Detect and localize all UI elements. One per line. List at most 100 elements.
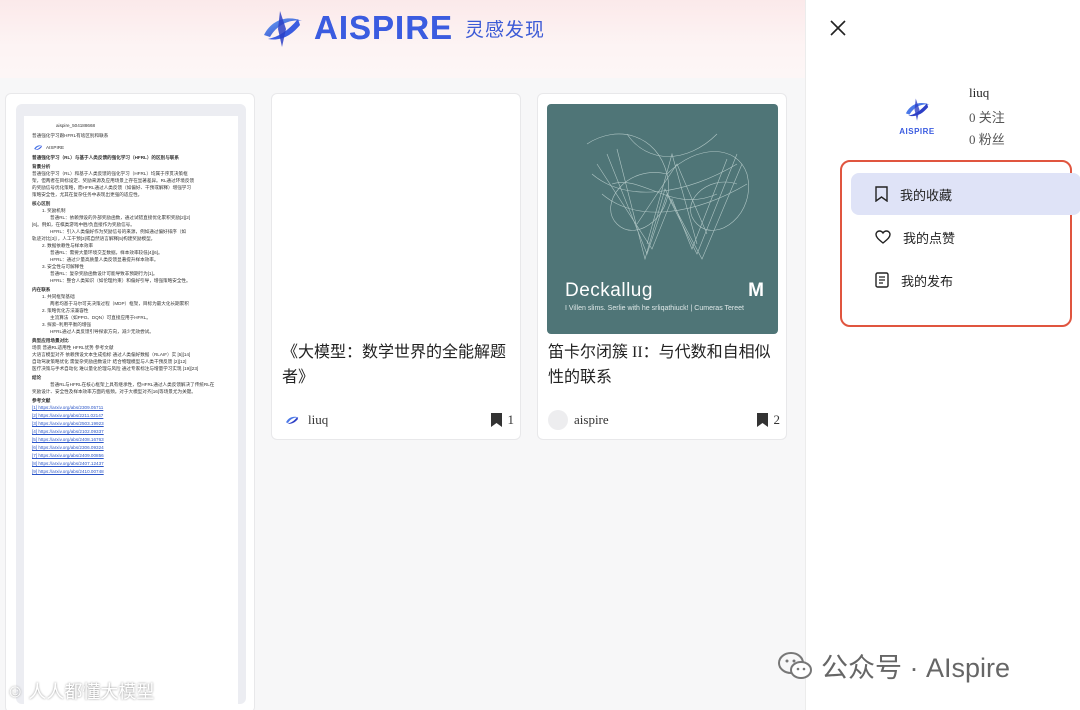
bookmark-icon — [875, 186, 888, 202]
article-card[interactable]: 《大模型：数学世界的全能解题者》 liuq 1 — [271, 93, 521, 440]
watermark-left-text: 人人都懂大模型 — [28, 682, 155, 702]
doc-line: 大语言模型对齐 依赖预设文本生成指标 通过人类偏好数据（RLAIF）实 [5][… — [32, 352, 191, 357]
document-page: aispire_504188668 普通强化学习跟HFRL有啥区别和联系 AIS… — [24, 116, 238, 710]
save-count-value: 1 — [507, 412, 515, 427]
doc-line: 普通RL：依赖预设的外部奖励函数，通过试错直接优化累积奖励[2][2] — [50, 215, 191, 220]
watermark-left: ☺ 人人都懂大模型 — [6, 678, 154, 704]
document-card[interactable]: aispire_504188668 普通强化学习跟HFRL有啥区别和联系 AIS… — [5, 93, 255, 710]
doc-line: 参考文献 — [32, 398, 51, 403]
article-title[interactable]: 《大模型：数学世界的全能解题者》 — [282, 340, 514, 390]
follow-count[interactable]: 0 关注 — [969, 107, 1005, 126]
doc-line: 医疗决策与手术自动化 难以量化伦理与风险 通过专家标注与增量学习实现 [19][… — [32, 366, 199, 371]
doc-line: HFRL通过人类反馈引导探索方向，减少无效尝试。 — [50, 329, 154, 334]
doc-reference-link[interactable]: [9] https://arxiv.org/abs/2410.00748 — [32, 468, 230, 476]
doc-line: 1. 共同框架基础 — [42, 294, 75, 299]
user-panel: AISPIRE liuq 0 关注 0 粉丝 我的收藏 我的点赞 我的发布 — [805, 0, 1080, 710]
doc-line: 背景分析 — [32, 164, 51, 169]
menu-item-label: 我的收藏 — [900, 187, 953, 203]
bookmark-icon — [490, 413, 502, 427]
user-avatar-text: AISPIRE — [899, 127, 935, 136]
doc-reference-link[interactable]: [6] https://arxiv.org/abs/2306.09324 — [32, 444, 230, 452]
doc-logo-text: AISPIRE — [46, 145, 65, 150]
article-author[interactable]: aispire — [574, 412, 609, 428]
doc-line: 典型应用场景对比 — [32, 338, 69, 343]
doc-line: 场景 普通RL适用性 HFRL优势 参考文献 — [32, 345, 114, 350]
avatar[interactable] — [282, 410, 302, 430]
fans-count[interactable]: 0 粉丝 — [969, 129, 1005, 148]
page: AISPIRE 灵感发现 aispire_504188668 普通强化学习跟HF… — [0, 0, 1080, 710]
article-cover[interactable]: Deckallug M I Villen slims. Serlie with … — [547, 104, 778, 334]
aispire-logo-icon — [264, 11, 302, 47]
brand-logo[interactable]: AISPIRE 灵感发现 — [258, 6, 545, 50]
article-title[interactable]: 笛卡尔闭簇 II：与代数和自相似性的联系 — [548, 340, 780, 390]
menu-item-likes[interactable]: 我的点赞 — [851, 216, 1080, 258]
main-area: AISPIRE 灵感发现 aispire_504188668 普通强化学习跟HF… — [0, 0, 805, 710]
article-footer: aispire 2 — [548, 408, 780, 432]
save-count[interactable]: 2 — [756, 412, 781, 428]
save-count-value: 2 — [773, 412, 781, 427]
wechat-icon — [778, 651, 812, 679]
doc-line: HFRL：引入人类偏好作为奖励信号的来源，例如通过偏好排序（如 — [50, 229, 187, 234]
menu-item-label: 我的点赞 — [903, 230, 956, 246]
doc-line: 内在联系 — [32, 287, 51, 292]
doc-line: 架，但两者在目标设定、奖励来源及应用场景上存在显著差异。RL通过环境反馈 — [32, 178, 195, 183]
doc-logo: AISPIRE — [32, 143, 230, 152]
doc-line: HFRL：通过少量高质量人类反馈显著提升样本效率。 — [50, 257, 159, 262]
cover-subtitle: I Villen slims. Serlie with he srliqathi… — [565, 305, 744, 312]
article-author[interactable]: liuq — [308, 412, 328, 428]
doc-body: 背景分析普通强化学习（RL）和基于人类反馈的强化学习（HFRL）均属于序贯决策框… — [32, 163, 230, 404]
doc-line: 普通强化学习（RL）和基于人类反馈的强化学习（HFRL）均属于序贯决策框 — [32, 171, 188, 176]
doc-heading: 普通强化学习（RL）与基于人类反馈的强化学习（HFRL）的区别与联系 — [32, 155, 179, 160]
doc-reference-link[interactable]: [1] https://arxiv.org/abs/2309.05711 — [32, 404, 230, 412]
doc-line: 自动驾驶策略优化 需复杂奖励函数设计 结合物理模型与人类干预反馈 [2][12] — [32, 359, 187, 364]
doc-line: 1. 奖励机制 — [42, 208, 66, 213]
doc-reference-link[interactable]: [7] https://arxiv.org/abs/2409.00856 — [32, 452, 230, 460]
brand-logo-cn: 灵感发现 — [465, 19, 546, 41]
cover-letter: M — [748, 280, 764, 301]
save-count[interactable]: 1 — [490, 412, 515, 428]
doc-line: [6]。例如，在棋类游戏中胜/负直接作为奖励信号。 — [32, 222, 135, 227]
document-preview: aispire_504188668 普通强化学习跟HFRL有啥区别和联系 AIS… — [16, 104, 246, 710]
doc-line: 普通RL：需要大量环境交互数据，样本效率较低[4][6]。 — [50, 250, 163, 255]
menu-item-label: 我的发布 — [901, 273, 954, 289]
aispire-logo-icon — [34, 145, 43, 150]
doc-line: 轨迹对比[3]），人工干预[3]或自然语言解释[5]构建奖励模型。 — [32, 236, 156, 241]
doc-line: 结论 — [32, 375, 42, 380]
watermark-right-text: 公众号 · AIspire — [821, 653, 1011, 683]
doc-reference-link[interactable]: [4] https://arxiv.org/abs/2102.09337 — [32, 428, 230, 436]
doc-line: 3. 安全性与可解释性 — [42, 264, 84, 269]
aispire-logo-icon — [905, 98, 930, 121]
doc-line: 两者均基于马尔可夫决策过程（MDP）框架，目标为最大化长期累积 — [50, 301, 189, 306]
doc-subtitle: 普通强化学习跟HFRL有啥区别和联系 — [32, 133, 109, 138]
doc-line: 奖励设计、安全性及样本效率方面的瓶颈。对于大模型对齐[16]等场景尤为关键。 — [32, 389, 196, 394]
brand-logo-text: AISPIRE — [314, 9, 454, 46]
article-card[interactable]: Deckallug M I Villen slims. Serlie with … — [537, 93, 787, 440]
menu-item-favorites[interactable]: 我的收藏 — [851, 173, 1080, 215]
doc-line: 2. 策略优化方法兼容性 — [42, 308, 89, 313]
doc-reference-link[interactable]: [5] https://arxiv.org/abs/2408.16763 — [32, 436, 230, 444]
doc-reference-link[interactable]: [3] https://arxiv.org/abs/2503.19923 — [32, 420, 230, 428]
user-name: liuq — [969, 85, 990, 100]
close-icon[interactable] — [828, 18, 848, 38]
doc-reference-link[interactable]: [2] https://arxiv.org/abs/2211.02147 — [32, 412, 230, 420]
doc-line: 策略安全性，尤其在复杂任务中表现出更强的适应性。 — [32, 192, 143, 197]
avatar[interactable] — [548, 410, 568, 430]
doc-id-line: aispire_504188668 — [56, 123, 96, 128]
doc-line: 主流算法（如PPO、DQN）可直接应用于HFRL。 — [50, 315, 151, 320]
watermark-right: 公众号 · AIspire — [777, 646, 1010, 685]
aispire-logo-icon — [286, 416, 299, 424]
article-footer: liuq 1 — [282, 408, 514, 432]
cover-title: Deckallug — [565, 280, 653, 301]
doc-line: 普通RL：复杂奖励函数设计可能导致非预期行为[1]。 — [50, 271, 158, 276]
wechat-icon: ☺ — [6, 680, 25, 701]
bookmark-icon — [756, 413, 768, 427]
doc-line: 2. 数据依赖性与样本效率 — [42, 243, 94, 248]
doc-line: 3. 探索–利用平衡的增强 — [42, 322, 92, 327]
doc-line: 核心区别 — [32, 201, 51, 206]
doc-reference-link[interactable]: [8] https://arxiv.org/abs/2407.12437 — [32, 460, 230, 468]
doc-references: [1] https://arxiv.org/abs/2309.05711 [2] … — [32, 404, 230, 476]
user-avatar[interactable]: AISPIRE — [892, 96, 942, 136]
menu-item-posts[interactable]: 我的发布 — [851, 259, 1080, 301]
document-icon — [875, 272, 889, 288]
doc-line: 普通RL与HFRL在核心框架上具有继承性，但HFRL通过人类反馈解决了传统RL在 — [50, 382, 215, 387]
